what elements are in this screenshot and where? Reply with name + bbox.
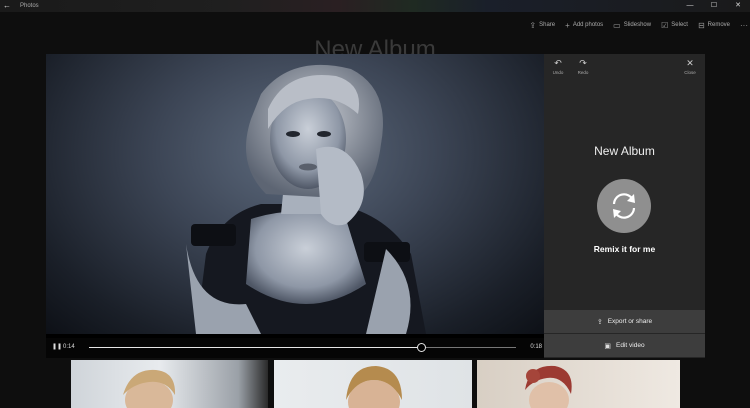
slideshow-button[interactable]: ▭ Slideshow — [613, 21, 651, 30]
slideshow-icon: ▭ — [613, 20, 621, 30]
add-photos-icon: + — [565, 20, 570, 30]
select-button[interactable]: ☑ Select — [661, 21, 688, 30]
close-icon: ✕ — [686, 58, 694, 68]
video-preview[interactable] — [46, 54, 544, 334]
close-label: Close — [684, 70, 696, 75]
close-window-icon[interactable]: ✕ — [726, 0, 750, 12]
redo-icon: ↷ — [579, 58, 587, 68]
video-remix-dialog: ❚❚ 0:14 0:18 ↶ Undo ↷ Redo ✕ Close New A… — [46, 54, 705, 358]
end-time: 0:18 — [530, 344, 542, 350]
remove-icon: ⊟ — [697, 20, 705, 30]
undo-button[interactable]: ↶ Undo — [544, 58, 572, 75]
current-time: 0:14 — [63, 344, 75, 350]
export-label: Export or share — [607, 318, 653, 325]
maximize-icon[interactable]: ☐ — [702, 0, 726, 12]
export-icon: ⇪ — [596, 318, 603, 326]
more-button[interactable]: ··· — [740, 21, 748, 30]
playback-bar: ❚❚ 0:14 0:18 — [46, 338, 544, 358]
edit-video-icon: ▣ — [604, 342, 612, 350]
add-photos-button[interactable]: + Add photos — [565, 21, 603, 30]
select-icon: ☑ — [661, 20, 669, 30]
remove-label: Remove — [707, 22, 730, 28]
album-thumbnail[interactable] — [274, 360, 472, 408]
more-icon: ··· — [740, 20, 748, 30]
title-bar: ← Photos — ☐ ✕ — [0, 0, 750, 12]
export-share-button[interactable]: ⇪ Export or share — [544, 310, 705, 333]
back-arrow-icon[interactable]: ← — [3, 0, 11, 12]
side-panel: ↶ Undo ↷ Redo ✕ Close New Album Remix it… — [544, 54, 705, 358]
undo-label: Undo — [552, 70, 564, 75]
share-label: Share — [539, 22, 556, 28]
album-thumbnail[interactable] — [71, 360, 268, 408]
share-icon: ⇪ — [529, 20, 537, 30]
window-controls: — ☐ ✕ — [678, 0, 750, 12]
panel-title: New Album — [594, 144, 655, 158]
thumbnail-photo — [346, 366, 402, 408]
thumbnail-photo — [525, 365, 572, 408]
portrait-photo — [186, 64, 426, 334]
thumbnail-photo — [123, 369, 176, 408]
app-title: Photos — [20, 3, 39, 9]
seek-progress — [89, 347, 422, 348]
redo-label: Redo — [577, 70, 589, 75]
share-button[interactable]: ⇪ Share — [529, 21, 555, 30]
remix-label[interactable]: Remix it for me — [544, 244, 705, 254]
refresh-icon — [612, 193, 636, 219]
minimize-icon[interactable]: — — [678, 0, 702, 12]
redo-button[interactable]: ↷ Redo — [569, 58, 597, 75]
seek-track[interactable] — [89, 343, 516, 352]
seek-thumb[interactable] — [417, 343, 427, 352]
slideshow-label: Slideshow — [623, 22, 652, 28]
select-label: Select — [671, 22, 688, 28]
pause-icon[interactable]: ❚❚ — [52, 343, 62, 350]
remix-button[interactable] — [597, 179, 651, 233]
album-thumbnail[interactable] — [477, 360, 680, 408]
edit-video-button[interactable]: ▣ Edit video — [544, 334, 705, 357]
album-toolbar: ⇪ Share + Add photos ▭ Slideshow ☑ Selec… — [529, 18, 748, 32]
remove-button[interactable]: ⊟ Remove — [698, 21, 730, 30]
add-photos-label: Add photos — [572, 22, 604, 28]
album-thumbnail-strip — [0, 358, 750, 408]
undo-icon: ↶ — [554, 58, 562, 68]
edit-label: Edit video — [616, 342, 645, 349]
close-button[interactable]: ✕ Close — [676, 58, 704, 75]
